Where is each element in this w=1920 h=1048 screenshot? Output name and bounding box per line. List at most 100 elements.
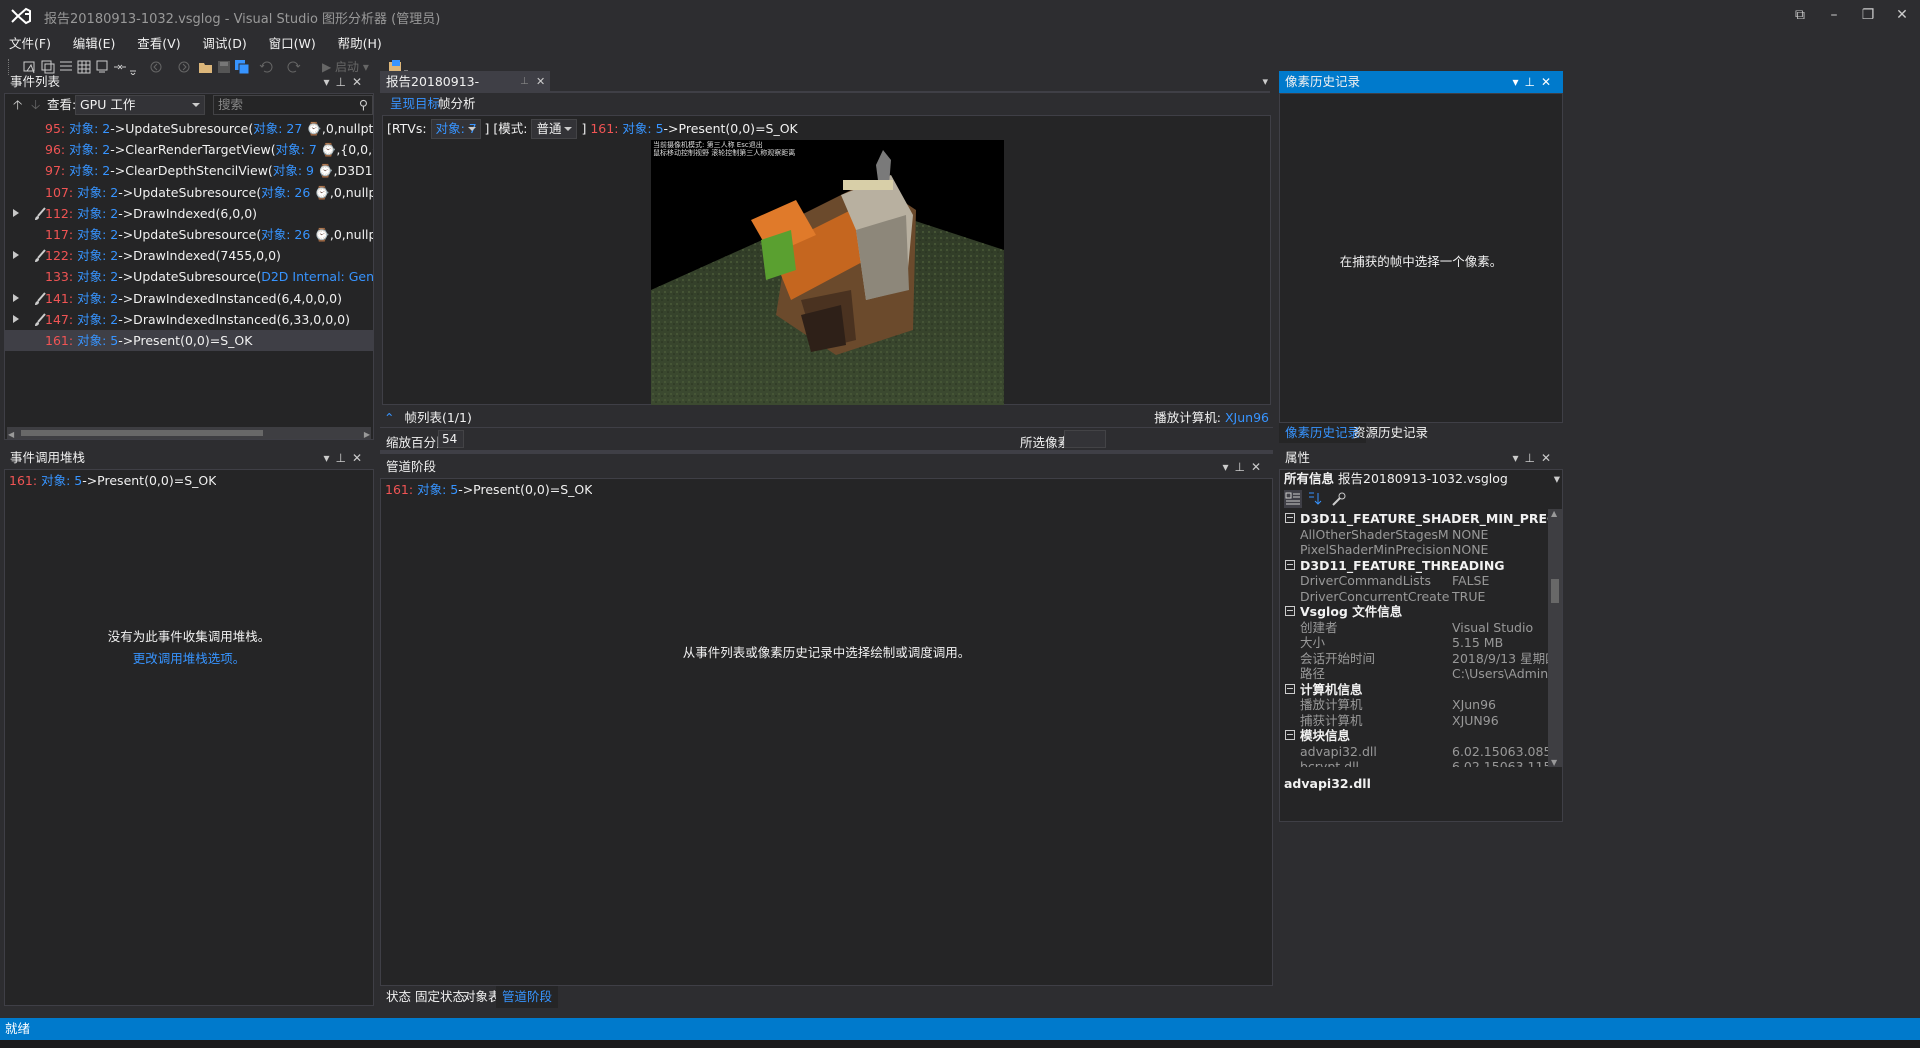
collapse-icon[interactable] <box>1285 730 1295 740</box>
tab-frame-analysis[interactable]: 帧分析 <box>432 93 482 115</box>
restore-window-icon[interactable]: ⧉ <box>1783 2 1817 28</box>
event-row[interactable]: 117: 对象: 2->UpdateSubresource(对象: 26 ⌚,0… <box>5 224 373 245</box>
object-link[interactable]: 对象: 2 <box>77 185 118 200</box>
event-row[interactable]: 97: 对象: 2->ClearDepthStencilView(对象: 9 ⌚… <box>5 160 373 181</box>
event-row[interactable]: 107: 对象: 2->UpdateSubresource(对象: 26 ⌚,0… <box>5 182 373 203</box>
close-icon[interactable]: ✕ <box>1251 460 1267 474</box>
pin-icon[interactable]: ⊥ <box>1524 75 1540 89</box>
call-stack-entry[interactable]: 161: 对象: 5->Present(0,0)=S_OK <box>9 470 216 491</box>
expand-arrow-icon[interactable] <box>13 314 19 323</box>
close-tab-icon[interactable]: ✕ <box>536 71 545 93</box>
close-icon[interactable]: ✕ <box>1541 75 1557 89</box>
argument-object-link[interactable]: 对象: 7 <box>276 142 317 157</box>
history-icon[interactable]: ⌚ <box>310 185 330 200</box>
object-link[interactable]: 对象: 5 <box>417 482 458 497</box>
document-tab[interactable]: 报告20180913-1032.vsglog ⊥ ✕ <box>380 71 550 111</box>
dropdown-icon[interactable]: ▾ <box>1222 460 1234 474</box>
event-row[interactable]: 147: 对象: 2->DrawIndexedInstanced(6,33,0,… <box>5 309 373 330</box>
collapse-icon[interactable] <box>1285 683 1295 694</box>
pin-icon[interactable]: ⊥ <box>1234 460 1250 474</box>
object-link[interactable]: 对象: 5 <box>622 121 663 136</box>
maximize-button[interactable]: ❐ <box>1851 2 1885 28</box>
event-row[interactable]: 122: 对象: 2->DrawIndexed(7455,0,0) <box>5 245 373 266</box>
scroll-left-icon[interactable]: ◀ <box>8 430 14 439</box>
event-row[interactable]: 95: 对象: 2->UpdateSubresource(对象: 27 ⌚,0,… <box>5 118 373 139</box>
object-link[interactable]: 对象: 2 <box>77 227 118 242</box>
event-row[interactable]: 141: 对象: 2->DrawIndexedInstanced(6,4,0,0… <box>5 288 373 309</box>
expand-arrow-icon[interactable] <box>13 208 19 217</box>
object-link[interactable]: 对象: 2 <box>77 312 118 327</box>
menu-window[interactable]: 窗口(W) <box>260 31 325 54</box>
close-icon[interactable]: ✕ <box>1541 451 1557 465</box>
menu-edit[interactable]: 编辑(E) <box>64 31 125 54</box>
close-icon[interactable]: ✕ <box>352 451 368 465</box>
history-icon[interactable]: ⌚ <box>310 227 330 242</box>
collapse-icon[interactable] <box>1285 559 1295 570</box>
sort-down-icon[interactable]: 🡣 <box>31 96 40 118</box>
object-link[interactable]: 对象: 2 <box>77 248 118 263</box>
tab-overflow-icon[interactable]: ▾ <box>1262 75 1268 88</box>
object-link[interactable]: 对象: 2 <box>69 163 110 178</box>
pin-icon[interactable]: ⊥ <box>520 71 529 93</box>
pin-icon[interactable]: ⊥ <box>1524 451 1540 465</box>
properties-object-selector[interactable]: 所有信息 报告20180913-1032.vsglog ▾ <box>1284 470 1560 488</box>
close-window-button[interactable]: ✕ <box>1885 2 1919 28</box>
tab-resource-history[interactable]: 资源历史记录 <box>1347 423 1434 443</box>
object-link[interactable]: 对象: 2 <box>77 206 118 221</box>
mode-combobox[interactable]: 普通 <box>531 119 578 139</box>
sort-up-icon[interactable]: 🡡 <box>13 96 22 118</box>
event-row[interactable]: 96: 对象: 2->ClearRenderTargetView(对象: 7 ⌚… <box>5 139 373 160</box>
menu-debug[interactable]: 调试(D) <box>193 31 255 54</box>
playback-machine-link[interactable]: XJun96 <box>1225 410 1269 425</box>
object-link[interactable]: 对象: 2 <box>69 121 110 136</box>
event-row[interactable]: 112: 对象: 2->DrawIndexed(6,0,0) <box>5 203 373 224</box>
scrollbar-thumb[interactable] <box>21 430 263 436</box>
property-grid-vscrollbar[interactable]: ▲ ▼ <box>1548 509 1562 767</box>
property-pages-icon[interactable] <box>1330 490 1348 508</box>
object-link[interactable]: 对象: 2 <box>77 269 118 284</box>
argument-object-link[interactable]: 对象: 26 <box>261 185 310 200</box>
close-icon[interactable]: ✕ <box>352 75 368 89</box>
dropdown-icon[interactable]: ▾ <box>323 75 335 89</box>
property-row[interactable]: bcrypt.dll 6.02.15063.1155 2018/6/8 星 <box>1280 757 1548 767</box>
scroll-down-icon[interactable]: ▼ <box>1551 758 1557 767</box>
pipeline-event[interactable]: 161: 对象: 5->Present(0,0)=S_OK <box>385 479 592 500</box>
dropdown-icon[interactable]: ▾ <box>1512 451 1524 465</box>
event-search-input[interactable]: 搜索 ⚲ <box>213 95 373 115</box>
pin-icon[interactable]: ⊥ <box>335 451 351 465</box>
collapse-icon[interactable] <box>1285 606 1295 616</box>
captured-frame-image[interactable]: 当前摄像机模式: 第三人称 Esc退出 鼠标移动控制视野 滚轮控制第三人称观察距… <box>651 140 1004 405</box>
menu-view[interactable]: 查看(V) <box>128 31 189 54</box>
object-link[interactable]: 对象: 2 <box>69 142 110 157</box>
argument-object-link[interactable]: 对象: 9 <box>273 163 314 178</box>
splitter[interactable] <box>380 450 1273 454</box>
expand-arrow-icon[interactable] <box>13 293 19 302</box>
categorized-icon[interactable] <box>1284 490 1302 508</box>
event-row[interactable]: 161: 对象: 5->Present(0,0)=S_OK <box>5 330 373 351</box>
dropdown-icon[interactable]: ▾ <box>1512 75 1524 89</box>
object-link[interactable]: 对象: 5 <box>77 333 118 348</box>
menu-help[interactable]: 帮助(H) <box>329 31 391 54</box>
alphabetical-sort-icon[interactable] <box>1306 490 1324 508</box>
object-link[interactable]: 对象: 2 <box>77 291 118 306</box>
history-icon[interactable]: ⌚ <box>302 121 322 136</box>
history-icon[interactable]: ⌚ <box>317 142 337 157</box>
argument-object-link[interactable]: 对象: 27 <box>253 121 302 136</box>
zoom-input[interactable]: 54 <box>438 430 464 448</box>
rtv-combobox[interactable]: 对象: 7 <box>430 119 481 139</box>
pin-icon[interactable]: ⊥ <box>335 75 351 89</box>
dropdown-icon[interactable]: ▾ <box>323 451 335 465</box>
object-link[interactable]: 对象: 5 <box>41 473 82 488</box>
scroll-right-icon[interactable]: ▶ <box>364 430 370 439</box>
event-row[interactable]: 133: 对象: 2->UpdateSubresource(D2D Intern… <box>5 266 373 287</box>
view-combobox[interactable]: GPU 工作 <box>75 95 205 115</box>
history-icon[interactable]: ⌚ <box>314 163 334 178</box>
collapse-icon[interactable] <box>1285 513 1295 523</box>
minimize-button[interactable]: – <box>1817 2 1851 28</box>
expand-arrow-icon[interactable] <box>13 251 19 260</box>
event-list-hscrollbar[interactable]: ◀ ▶ <box>7 427 371 439</box>
argument-object-link[interactable]: 对象: 26 <box>261 227 310 242</box>
change-call-stack-options-link[interactable]: 更改调用堆栈选项。 <box>5 648 373 667</box>
scroll-up-icon[interactable]: ▲ <box>1551 509 1557 518</box>
tab-pipeline-stages[interactable]: 管道阶段 <box>496 986 559 1008</box>
